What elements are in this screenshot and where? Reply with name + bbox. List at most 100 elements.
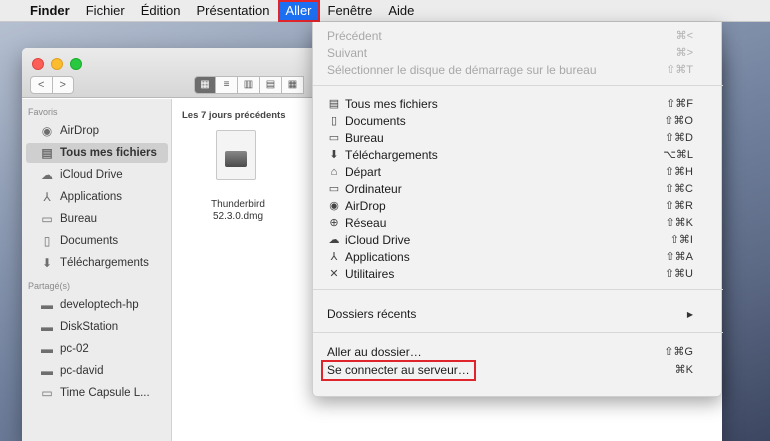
menu-separator xyxy=(313,332,723,333)
home-icon: ⌂ xyxy=(330,166,338,178)
menu-item-utilitaires[interactable]: ✕ Utilitaires ⇧⌘U xyxy=(313,266,723,283)
menu-item-label: Départ xyxy=(345,165,382,179)
back-button[interactable]: < xyxy=(30,76,53,94)
minimize-window-button[interactable] xyxy=(51,58,63,70)
menu-item-label: Téléchargements xyxy=(345,148,438,162)
menu-item-shortcut: ⇧⌘D xyxy=(664,132,693,144)
menu-finder[interactable]: Finder xyxy=(22,0,78,22)
sidebar-item-label: pc-david xyxy=(60,365,104,377)
menu-item-connect-server[interactable]: Se connecter au serveur… ⌘K xyxy=(313,360,723,381)
cover-flow-button[interactable]: ▤ xyxy=(260,76,282,94)
icon-view-button[interactable]: ▦ xyxy=(194,76,216,94)
menu-presentation[interactable]: Présentation xyxy=(189,0,278,22)
sidebar-item-airdrop[interactable]: ◉ AirDrop xyxy=(26,121,168,141)
menu-item-label: Se connecter au serveur… xyxy=(321,360,476,381)
dmg-file-icon[interactable] xyxy=(216,130,256,180)
network-icon: ⊕ xyxy=(329,217,339,229)
menu-item-shortcut: ⇧⌘A xyxy=(665,251,693,263)
file-name-line1: Thunderbird xyxy=(211,199,265,210)
menu-item-documents[interactable]: ▯ Documents ⇧⌘O xyxy=(313,113,723,130)
content-section-header: Les 7 jours précédents xyxy=(182,110,286,121)
menu-item-shortcut: ⇧⌘I xyxy=(669,234,693,246)
sidebar-item-documents[interactable]: ▯ Documents xyxy=(26,231,168,251)
sidebar-item-developtech-hp[interactable]: ▬ developtech-hp xyxy=(26,295,168,315)
sidebar-item-label: Documents xyxy=(60,235,119,247)
menu-item-shortcut: ⇧⌘G xyxy=(664,346,693,358)
menu-item-shortcut: ⌘< xyxy=(675,30,693,42)
server-icon: ▬ xyxy=(41,320,53,334)
menu-item-label: Documents xyxy=(345,114,406,128)
downloads-icon: ⬇ xyxy=(329,149,339,161)
menu-item-label: Dossiers récents xyxy=(327,307,417,321)
menu-item-label: Sélectionner le disque de démarrage sur … xyxy=(327,63,597,77)
sidebar-section-shared: Partagé(s) xyxy=(28,281,71,291)
zoom-window-button[interactable] xyxy=(70,58,82,70)
downloads-icon: ⬇ xyxy=(41,256,53,270)
menu-separator xyxy=(313,85,723,86)
apple-menu-icon[interactable] xyxy=(0,0,22,22)
disk-image-icon xyxy=(225,151,247,167)
menu-aide[interactable]: Aide xyxy=(380,0,422,22)
menu-item-depart[interactable]: ⌂ Départ ⇧⌘H xyxy=(313,164,723,181)
documents-icon: ▯ xyxy=(43,234,51,248)
arrange-button[interactable]: ▦ xyxy=(282,76,304,94)
menu-item-applications[interactable]: ⅄ Applications ⇧⌘A xyxy=(313,249,723,266)
sidebar-item-applications[interactable]: ⅄ Applications xyxy=(26,187,168,207)
all-files-icon: ▤ xyxy=(41,146,53,160)
menu-item-label: Ordinateur xyxy=(345,182,402,196)
sidebar-item-all-files[interactable]: ▤ Tous mes fichiers xyxy=(26,143,168,163)
sidebar-section-favorites: Favoris xyxy=(28,107,58,117)
menu-item-ordinateur[interactable]: ▭ Ordinateur ⇧⌘C xyxy=(313,181,723,198)
menu-item-shortcut: ⇧⌘K xyxy=(665,217,693,229)
column-view-button[interactable]: ▥ xyxy=(238,76,260,94)
menu-edition[interactable]: Édition xyxy=(133,0,189,22)
menu-item-recent-folders[interactable]: Dossiers récents ▶ xyxy=(313,306,723,323)
cloud-icon: ☁ xyxy=(41,168,53,182)
menu-fenetre[interactable]: Fenêtre xyxy=(320,0,381,22)
applications-icon: ⅄ xyxy=(330,251,338,263)
menu-item-label: Utilitaires xyxy=(345,267,395,281)
close-window-button[interactable] xyxy=(32,58,44,70)
menu-item-icloud[interactable]: ☁ iCloud Drive ⇧⌘I xyxy=(313,232,723,249)
menu-item-label: Précédent xyxy=(327,29,382,43)
sidebar-item-downloads[interactable]: ⬇ Téléchargements xyxy=(26,253,168,273)
menu-bar: Finder Fichier Édition Présentation Alle… xyxy=(0,0,770,22)
menu-item-label: Réseau xyxy=(345,216,387,230)
menu-aller[interactable]: Aller xyxy=(277,0,320,22)
sidebar-item-label: Tous mes fichiers xyxy=(60,147,157,159)
view-mode-buttons: ▦ ≡ ▥ ▤ ▦ xyxy=(194,76,304,94)
sidebar-item-desktop[interactable]: ▭ Bureau xyxy=(26,209,168,229)
sidebar-item-icloud[interactable]: ☁ iCloud Drive xyxy=(26,165,168,185)
menu-item-goto-folder[interactable]: Aller au dossier… ⇧⌘G xyxy=(313,344,723,361)
menu-fichier[interactable]: Fichier xyxy=(78,0,133,22)
list-view-button[interactable]: ≡ xyxy=(216,76,238,94)
menu-item-airdrop[interactable]: ◉ AirDrop ⇧⌘R xyxy=(313,198,723,215)
sidebar-item-label: Bureau xyxy=(60,213,98,225)
menu-item-reseau[interactable]: ⊕ Réseau ⇧⌘K xyxy=(313,215,723,232)
sidebar-item-label: pc-02 xyxy=(60,343,89,355)
all-files-icon: ▤ xyxy=(328,98,340,110)
menu-item-downloads[interactable]: ⬇ Téléchargements ⌥⌘L xyxy=(313,147,723,164)
menu-item-shortcut: ⌘K xyxy=(674,364,693,376)
sidebar-item-label: Applications xyxy=(60,191,123,203)
sidebar-item-pc-david[interactable]: ▬ pc-david xyxy=(26,361,168,381)
sidebar-item-diskstation[interactable]: ▬ DiskStation xyxy=(26,317,168,337)
sidebar-item-label: AirDrop xyxy=(60,125,99,137)
menu-item-bureau[interactable]: ▭ Bureau ⇧⌘D xyxy=(313,130,723,147)
cloud-icon: ☁ xyxy=(328,234,340,246)
menu-item-shortcut: ⇧⌘O xyxy=(664,115,693,127)
sidebar-item-time-capsule[interactable]: ▭ Time Capsule L... xyxy=(26,383,168,403)
menu-item-all-files[interactable]: ▤ Tous mes fichiers ⇧⌘F xyxy=(313,96,723,113)
pc-icon: ▬ xyxy=(41,342,53,356)
sidebar-item-pc-02[interactable]: ▬ pc-02 xyxy=(26,339,168,359)
sidebar-item-label: DiskStation xyxy=(60,321,119,333)
menu-item-shortcut: ⇧⌘F xyxy=(666,98,693,110)
submenu-arrow-icon: ▶ xyxy=(686,310,693,319)
sidebar-item-label: Time Capsule L... xyxy=(60,387,150,399)
menu-item-shortcut: ⇧⌘R xyxy=(664,200,693,212)
menu-item-label: Tous mes fichiers xyxy=(345,97,438,111)
menu-item-label: Applications xyxy=(345,250,410,264)
forward-button[interactable]: > xyxy=(52,76,74,94)
menu-item-shortcut: ⇧⌘H xyxy=(664,166,693,178)
file-name[interactable]: Thunderbird 52.3.0.dmg xyxy=(194,199,282,223)
